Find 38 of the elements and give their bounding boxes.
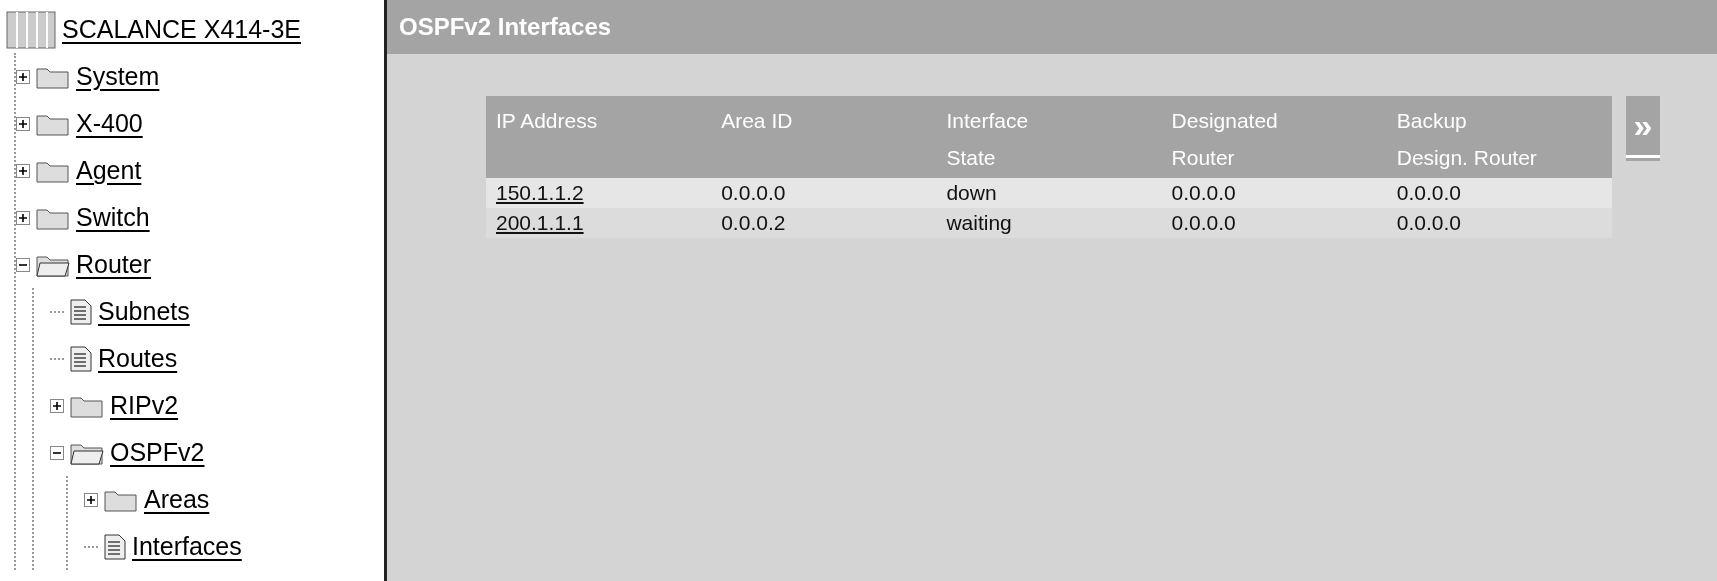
column-header: Backup Design. Router	[1386, 96, 1612, 178]
tree-item[interactable]: OSPFv2	[110, 438, 205, 467]
table-cell: 0.0.0.0	[1386, 208, 1612, 238]
tree-item[interactable]: RIPv2	[110, 391, 179, 420]
column-header: Area ID	[711, 96, 937, 178]
tree-item[interactable]: Switch	[76, 203, 150, 232]
collapse-icon[interactable]	[50, 445, 64, 460]
tree-item[interactable]: Areas	[144, 485, 210, 514]
table-cell: 0.0.0.0	[1161, 178, 1387, 208]
tree-item[interactable]: X-400	[76, 109, 143, 138]
page-title: OSPFv2 Interfaces	[387, 0, 1717, 54]
tree-item[interactable]: System	[76, 62, 160, 91]
expand-icon[interactable]	[16, 69, 30, 84]
device-icon	[6, 10, 56, 49]
table-cell: 0.0.0.0	[711, 178, 937, 208]
expand-icon[interactable]	[16, 210, 30, 225]
expand-icon[interactable]	[16, 163, 30, 178]
column-header: IP Address	[486, 96, 712, 178]
tree-item[interactable]: Agent	[76, 156, 142, 185]
expand-icon[interactable]	[50, 398, 64, 413]
expand-icon[interactable]	[84, 492, 98, 507]
column-header: Interface State	[936, 96, 1162, 178]
collapse-icon[interactable]	[16, 257, 30, 272]
document-icon	[70, 298, 92, 325]
document-icon	[70, 345, 92, 372]
table-cell: down	[936, 178, 1162, 208]
device-link[interactable]: SCALANCE X414-3E	[62, 15, 301, 44]
tree-item[interactable]: Subnets	[98, 297, 190, 326]
tree-item[interactable]: Routes	[98, 344, 178, 373]
table-cell: waiting	[936, 208, 1162, 238]
document-icon	[104, 533, 126, 560]
table-cell: 0.0.0.0	[1386, 178, 1612, 208]
tree-item[interactable]: Interfaces	[132, 532, 242, 561]
column-header: Designated Router	[1161, 96, 1387, 178]
tree-item[interactable]: Router	[76, 250, 152, 279]
expand-icon[interactable]	[16, 116, 30, 131]
table-cell: 0.0.0.2	[711, 208, 937, 238]
table-cell: 0.0.0.0	[1161, 208, 1387, 238]
